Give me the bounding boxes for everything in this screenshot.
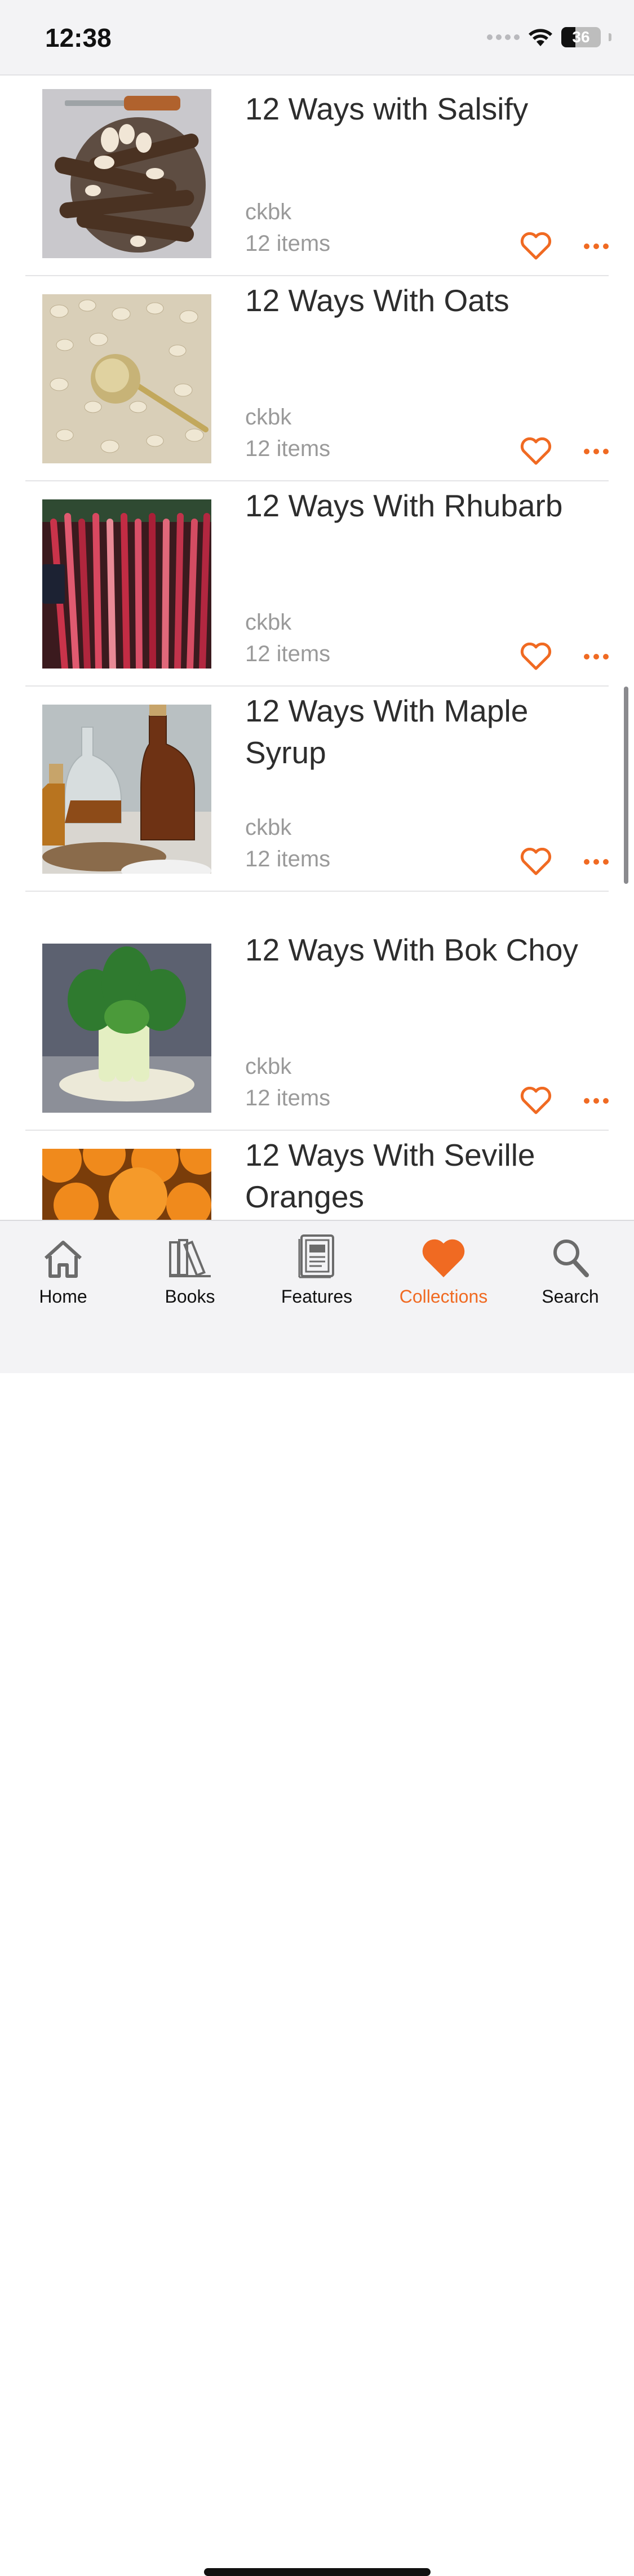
collection-row[interactable]: 12 Ways With Bok Choy ckbk 12 items [25,892,609,1131]
tab-collections-label: Collections [399,1286,488,1307]
collection-title[interactable]: 12 Ways With Rhubarb [245,485,595,526]
scrollbar[interactable] [624,687,628,884]
heart-outline-icon[interactable] [520,643,552,671]
collection-title[interactable]: 12 Ways With Maple Syrup [245,690,595,773]
status-icons: 36 [487,25,611,50]
status-bar: 12:38 36 [0,0,634,76]
heart-outline-icon[interactable] [520,848,552,876]
tab-books[interactable]: Books [134,1233,246,1307]
collection-author: ckbk [245,815,292,840]
collection-author: ckbk [245,200,292,224]
tab-bar: Home Books Features Collections Search [0,1220,634,2576]
battery-icon: 36 [561,27,601,47]
collection-thumbnail-oats[interactable] [42,294,211,463]
wifi-icon [529,29,552,46]
tab-home[interactable]: Home [7,1233,119,1307]
tab-search-label: Search [542,1286,599,1307]
home-indicator [204,2568,431,2576]
collection-count: 12 items [245,231,331,256]
collection-count: 12 items [245,1086,331,1110]
tab-home-label: Home [39,1286,87,1307]
heart-outline-icon[interactable] [520,232,552,260]
status-time: 12:38 [45,23,112,52]
collection-title[interactable]: 12 Ways with Salsify [245,88,595,130]
tab-books-label: Books [165,1286,215,1307]
collection-count: 12 items [245,641,331,666]
collection-row[interactable]: 12 Ways With Maple Syrup ckbk 12 items [25,687,609,892]
collection-thumbnail-bok-choy[interactable] [42,944,211,1113]
collection-count: 12 items [245,847,331,871]
more-dots-icon[interactable] [584,654,609,661]
heart-outline-icon[interactable] [520,1087,552,1115]
battery-level: 36 [572,28,590,46]
collection-author: ckbk [245,1054,292,1079]
more-dots-icon[interactable] [584,244,609,250]
more-dots-icon[interactable] [584,449,609,455]
tab-collections[interactable]: Collections [387,1233,500,1307]
tab-search[interactable]: Search [514,1233,627,1307]
collection-author: ckbk [245,405,292,430]
heart-outline-icon[interactable] [520,437,552,466]
collection-title[interactable]: 12 Ways With Bok Choy [245,929,595,971]
more-dots-icon[interactable] [584,1098,609,1105]
collection-row[interactable]: 12 Ways With Oats ckbk 12 items [25,276,609,481]
collection-row[interactable]: 12 Ways with Salsify ckbk 12 items [25,77,609,276]
cell-signal-icon [487,34,520,40]
collection-thumbnail-seville-oranges[interactable] [42,1149,211,1220]
collection-thumbnail-salsify[interactable] [42,89,211,258]
features-icon [298,1234,334,1278]
collection-thumbnail-maple-syrup[interactable] [42,705,211,874]
collection-title[interactable]: 12 Ways With Oats [245,280,595,321]
home-icon [44,1241,82,1278]
books-icon [169,1239,211,1277]
collection-count: 12 items [245,436,331,461]
tab-features-label: Features [281,1286,353,1307]
heart-filled-icon [422,1239,465,1277]
collection-row[interactable]: 12 Ways With Rhubarb ckbk 12 items [25,481,609,687]
battery-tip [609,33,611,41]
more-dots-icon[interactable] [584,859,609,866]
collection-author: ckbk [245,610,292,635]
tab-features[interactable]: Features [260,1233,373,1307]
search-icon [553,1240,589,1277]
collection-title[interactable]: 12 Ways With Seville Oranges [245,1134,595,1218]
collection-thumbnail-rhubarb[interactable] [42,499,211,669]
